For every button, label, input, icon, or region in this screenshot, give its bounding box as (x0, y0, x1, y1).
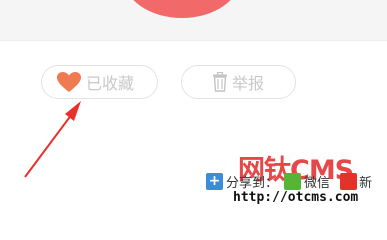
share-label: 分享到： (226, 175, 279, 191)
share-bar: + 分享到： 微信 新 (206, 171, 372, 191)
wechat-icon[interactable] (284, 172, 302, 190)
weibo-label[interactable]: 新 (359, 172, 372, 191)
wechat-label[interactable]: 微信 (304, 172, 330, 191)
weibo-icon[interactable] (340, 172, 358, 190)
watermark-url: http://otcms.com (233, 190, 359, 205)
plus-icon[interactable]: + (206, 172, 223, 190)
